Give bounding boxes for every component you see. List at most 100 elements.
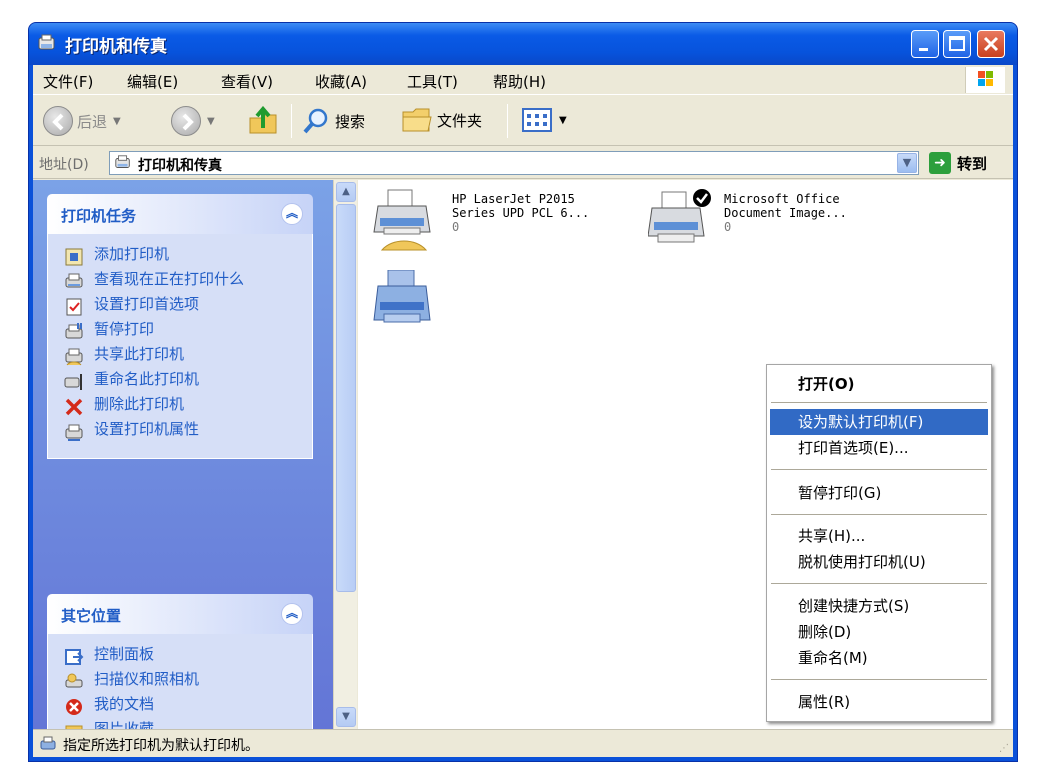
chevron-down-icon[interactable]: ▼ xyxy=(113,116,121,127)
menu-item-rename[interactable]: 重命名(M) xyxy=(770,645,988,671)
menu-file[interactable]: 文件(F) xyxy=(43,71,93,92)
back-label: 后退 xyxy=(77,112,108,131)
menu-bar: 文件(F) 编辑(E) 查看(V) 收藏(A) 工具(T) 帮助(H) xyxy=(33,65,1013,95)
task-label: 设置打印首选项 xyxy=(94,295,200,313)
collapse-chevron-icon[interactable]: ︽ xyxy=(281,603,303,625)
scroll-thumb[interactable] xyxy=(336,204,356,592)
back-arrow-icon xyxy=(43,106,73,136)
task-printing-preferences[interactable]: 设置打印首选项 xyxy=(64,296,306,317)
preferences-icon xyxy=(66,298,82,316)
go-button[interactable]: ➜ 转到 xyxy=(929,152,987,174)
address-value: 打印机和传真 xyxy=(138,158,222,174)
search-button[interactable]: 搜索 xyxy=(301,106,365,136)
task-label: 共享此打印机 xyxy=(94,345,185,363)
place-scanners-cameras[interactable]: 扫描仪和照相机 xyxy=(64,671,306,692)
maximize-icon xyxy=(949,36,965,51)
back-button[interactable]: 后退 ▼ xyxy=(43,106,121,136)
my-documents-icon xyxy=(66,699,82,715)
task-view-queue[interactable]: 查看现在正在打印什么 xyxy=(64,271,306,292)
add-printer-icon xyxy=(65,248,83,266)
task-pause-printing[interactable]: 暂停打印 xyxy=(64,321,306,342)
task-pane: 打印机任务 ︽ 添加打印机 查看现在正在打印什么 设置打印首选项 暂停打印 共享… xyxy=(33,180,333,729)
printer-tasks-panel: 打印机任务 ︽ 添加打印机 查看现在正在打印什么 设置打印首选项 暂停打印 共享… xyxy=(47,194,313,459)
place-my-documents[interactable]: 我的文档 xyxy=(64,696,306,717)
address-field[interactable]: 打印机和传真 ▼ xyxy=(109,151,919,175)
share-printer-icon xyxy=(65,348,83,366)
task-label: 删除此打印机 xyxy=(94,395,185,413)
folders-button[interactable]: 文件夹 xyxy=(401,106,482,134)
other-places-panel: 其它位置 ︽ 控制面板 扫描仪和照相机 我的文档 图片收藏 xyxy=(47,594,313,729)
task-add-printer[interactable]: 添加打印机 xyxy=(64,246,306,267)
forward-button[interactable]: ▼ xyxy=(171,106,215,136)
scanner-camera-icon xyxy=(65,673,83,688)
scroll-down-button[interactable]: ▼ xyxy=(336,707,356,727)
menu-separator xyxy=(771,679,987,680)
search-icon xyxy=(303,108,328,134)
task-pane-scrollbar[interactable]: ▲ ▼ xyxy=(333,180,357,729)
minimize-button[interactable] xyxy=(911,30,939,58)
address-bar: 地址(D) 打印机和传真 ▼ ➜ 转到 xyxy=(33,147,1013,179)
printer-item-selected[interactable] xyxy=(372,270,442,350)
views-icon xyxy=(522,108,552,132)
views-button[interactable]: ▼ xyxy=(521,106,567,134)
chevron-down-icon: ▼ xyxy=(342,711,350,722)
printer-item-microsoft-office[interactable]: Microsoft Office Document Image... 0 xyxy=(648,188,908,258)
menu-item-sharing[interactable]: 共享(H)... xyxy=(770,523,988,549)
title-bar[interactable]: 打印机和传真 xyxy=(29,23,1017,65)
go-label: 转到 xyxy=(957,154,988,173)
task-rename-printer[interactable]: 重命名此打印机 xyxy=(64,371,306,392)
delete-icon xyxy=(65,398,83,416)
chevron-down-icon: ▼ xyxy=(902,156,912,169)
chevron-up-icon: ▲ xyxy=(342,186,350,197)
windows-logo xyxy=(965,67,1005,93)
address-dropdown-button[interactable]: ▼ xyxy=(897,153,917,173)
menu-help[interactable]: 帮助(H) xyxy=(493,71,546,92)
search-label: 搜索 xyxy=(335,112,366,131)
control-panel-icon xyxy=(65,649,84,665)
menu-edit[interactable]: 编辑(E) xyxy=(127,71,178,92)
task-delete-printer[interactable]: 删除此打印机 xyxy=(64,396,306,417)
place-my-pictures[interactable]: 图片收藏 xyxy=(64,721,306,729)
resize-grip-icon[interactable]: ⋰ xyxy=(999,743,1009,754)
default-printer-icon xyxy=(648,189,711,243)
up-folder-button[interactable] xyxy=(247,106,279,136)
my-pictures-icon xyxy=(65,725,83,729)
window-title: 打印机和传真 xyxy=(65,37,167,57)
printer-name-line2: Series UPD PCL 6... xyxy=(452,206,590,220)
other-places-title: 其它位置 xyxy=(61,607,122,625)
other-places-header[interactable]: 其它位置 ︽ xyxy=(47,594,313,634)
printer-properties-icon xyxy=(65,424,83,441)
chevron-down-icon[interactable]: ▼ xyxy=(559,115,567,126)
menu-item-set-default-printer[interactable]: 设为默认打印机(F) xyxy=(770,409,988,435)
printer-tasks-header[interactable]: 打印机任务 ︽ xyxy=(47,194,313,234)
task-label: 查看现在正在打印什么 xyxy=(94,270,245,288)
menu-view[interactable]: 查看(V) xyxy=(221,71,273,92)
menu-item-pause-printing[interactable]: 暂停打印(G) xyxy=(770,480,988,506)
status-bar: 指定所选打印机为默认打印机。 ⋰ xyxy=(33,729,1013,757)
menu-separator xyxy=(771,514,987,515)
task-label: 重命名此打印机 xyxy=(94,370,200,388)
printers-folder-icon xyxy=(115,155,130,168)
menu-item-printing-preferences[interactable]: 打印首选项(E)... xyxy=(770,435,988,461)
rename-printer-icon xyxy=(64,374,82,390)
place-control-panel[interactable]: 控制面板 xyxy=(64,646,306,667)
menu-item-create-shortcut[interactable]: 创建快捷方式(S) xyxy=(770,593,988,619)
task-share-printer[interactable]: 共享此打印机 xyxy=(64,346,306,367)
menu-favorites[interactable]: 收藏(A) xyxy=(315,71,367,92)
close-button[interactable] xyxy=(977,30,1005,58)
menu-item-use-offline[interactable]: 脱机使用打印机(U) xyxy=(770,549,988,575)
menu-tools[interactable]: 工具(T) xyxy=(407,71,458,92)
menu-separator xyxy=(771,583,987,584)
maximize-button[interactable] xyxy=(943,30,971,58)
task-printer-properties[interactable]: 设置打印机属性 xyxy=(64,421,306,442)
chevron-down-icon[interactable]: ▼ xyxy=(207,116,215,127)
menu-item-open[interactable]: 打开(O) xyxy=(770,371,988,397)
scroll-up-button[interactable]: ▲ xyxy=(336,182,356,202)
close-icon xyxy=(983,36,999,52)
printer-context-menu: 打开(O) 设为默认打印机(F) 打印首选项(E)... 暂停打印(G) 共享(… xyxy=(766,364,992,722)
menu-item-delete[interactable]: 删除(D) xyxy=(770,619,988,645)
collapse-chevron-icon[interactable]: ︽ xyxy=(281,203,303,225)
menu-item-properties[interactable]: 属性(R) xyxy=(770,689,988,715)
printer-name-line2: Document Image... xyxy=(724,206,847,220)
printer-item-hp[interactable]: HP LaserJet P2015 Series UPD PCL 6... 0 xyxy=(372,188,632,258)
